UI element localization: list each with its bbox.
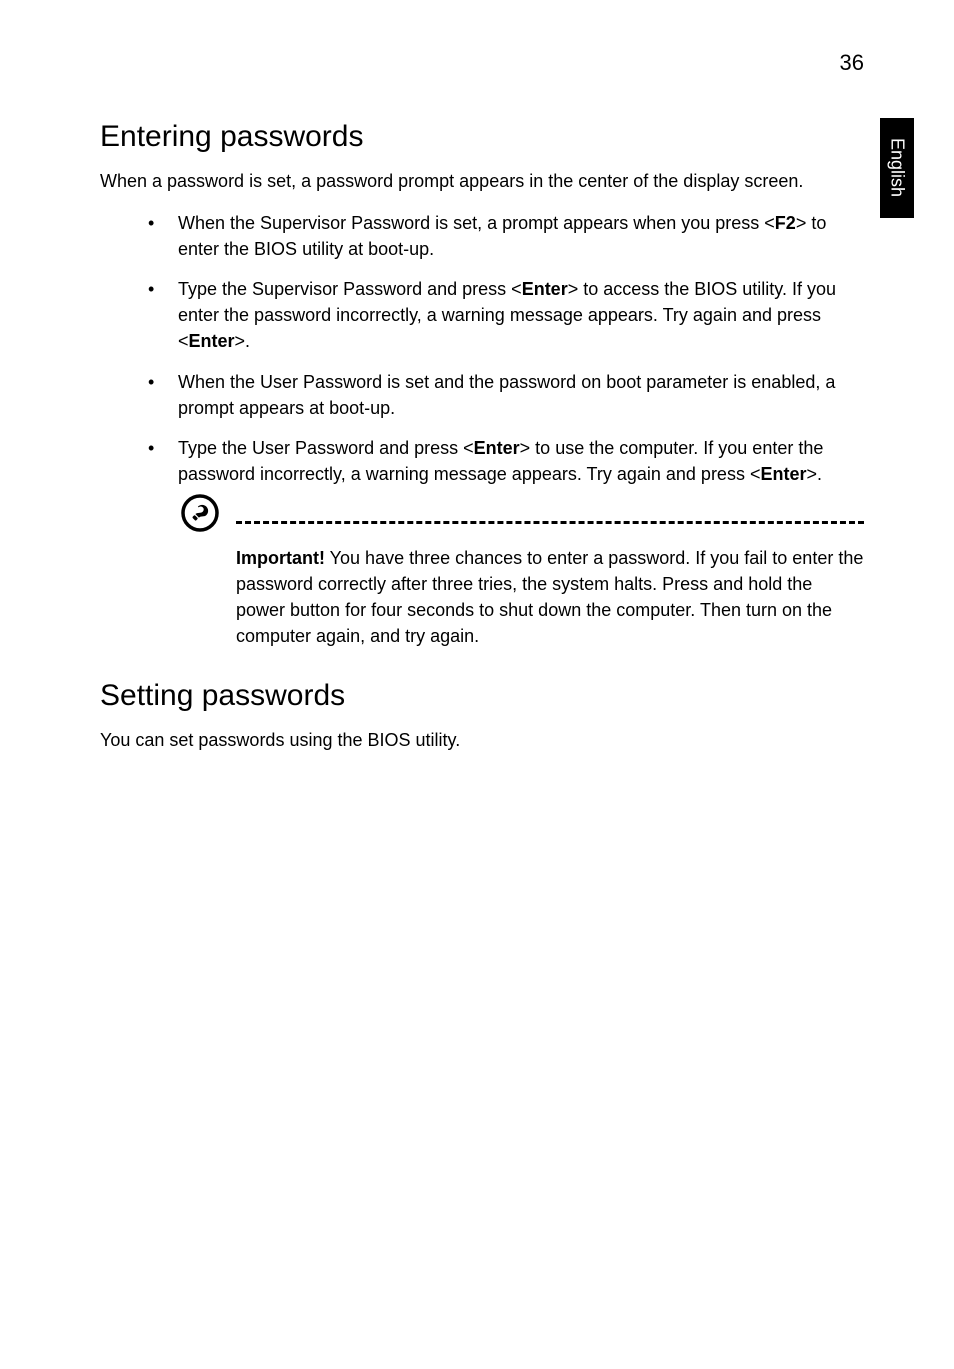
bullet-text: Type the Supervisor Password and press <	[178, 279, 522, 299]
setting-passwords-body: You can set passwords using the BIOS uti…	[100, 727, 864, 753]
page-number: 36	[840, 50, 864, 76]
important-text: You have three chances to enter a passwo…	[236, 548, 863, 646]
bullet-text: Type the User Password and press <	[178, 438, 474, 458]
note-divider	[236, 521, 864, 524]
list-item: When the Supervisor Password is set, a p…	[100, 210, 864, 262]
bullet-text: When the User Password is set and the pa…	[178, 372, 835, 418]
key-label: F2	[775, 213, 796, 233]
important-note: Important! You have three chances to ent…	[100, 501, 864, 649]
important-label: Important!	[236, 548, 325, 568]
page-body: 36 English Entering passwords When a pas…	[0, 0, 954, 829]
key-label: Enter	[474, 438, 520, 458]
list-item: Type the Supervisor Password and press <…	[100, 276, 864, 354]
key-label: Enter	[522, 279, 568, 299]
list-item: Type the User Password and press <Enter>…	[100, 435, 864, 487]
intro-paragraph: When a password is set, a password promp…	[100, 168, 864, 194]
important-icon	[178, 491, 222, 535]
bullet-text: >.	[806, 464, 822, 484]
key-label: Enter	[760, 464, 806, 484]
list-item: When the User Password is set and the pa…	[100, 369, 864, 421]
heading-setting-passwords: Setting passwords	[100, 679, 864, 713]
bullet-text: >.	[235, 331, 251, 351]
key-label: Enter	[189, 331, 235, 351]
heading-entering-passwords: Entering passwords	[100, 120, 864, 154]
bullet-text: When the Supervisor Password is set, a p…	[178, 213, 775, 233]
language-tab: English	[880, 118, 914, 218]
bullet-list: When the Supervisor Password is set, a p…	[100, 210, 864, 487]
